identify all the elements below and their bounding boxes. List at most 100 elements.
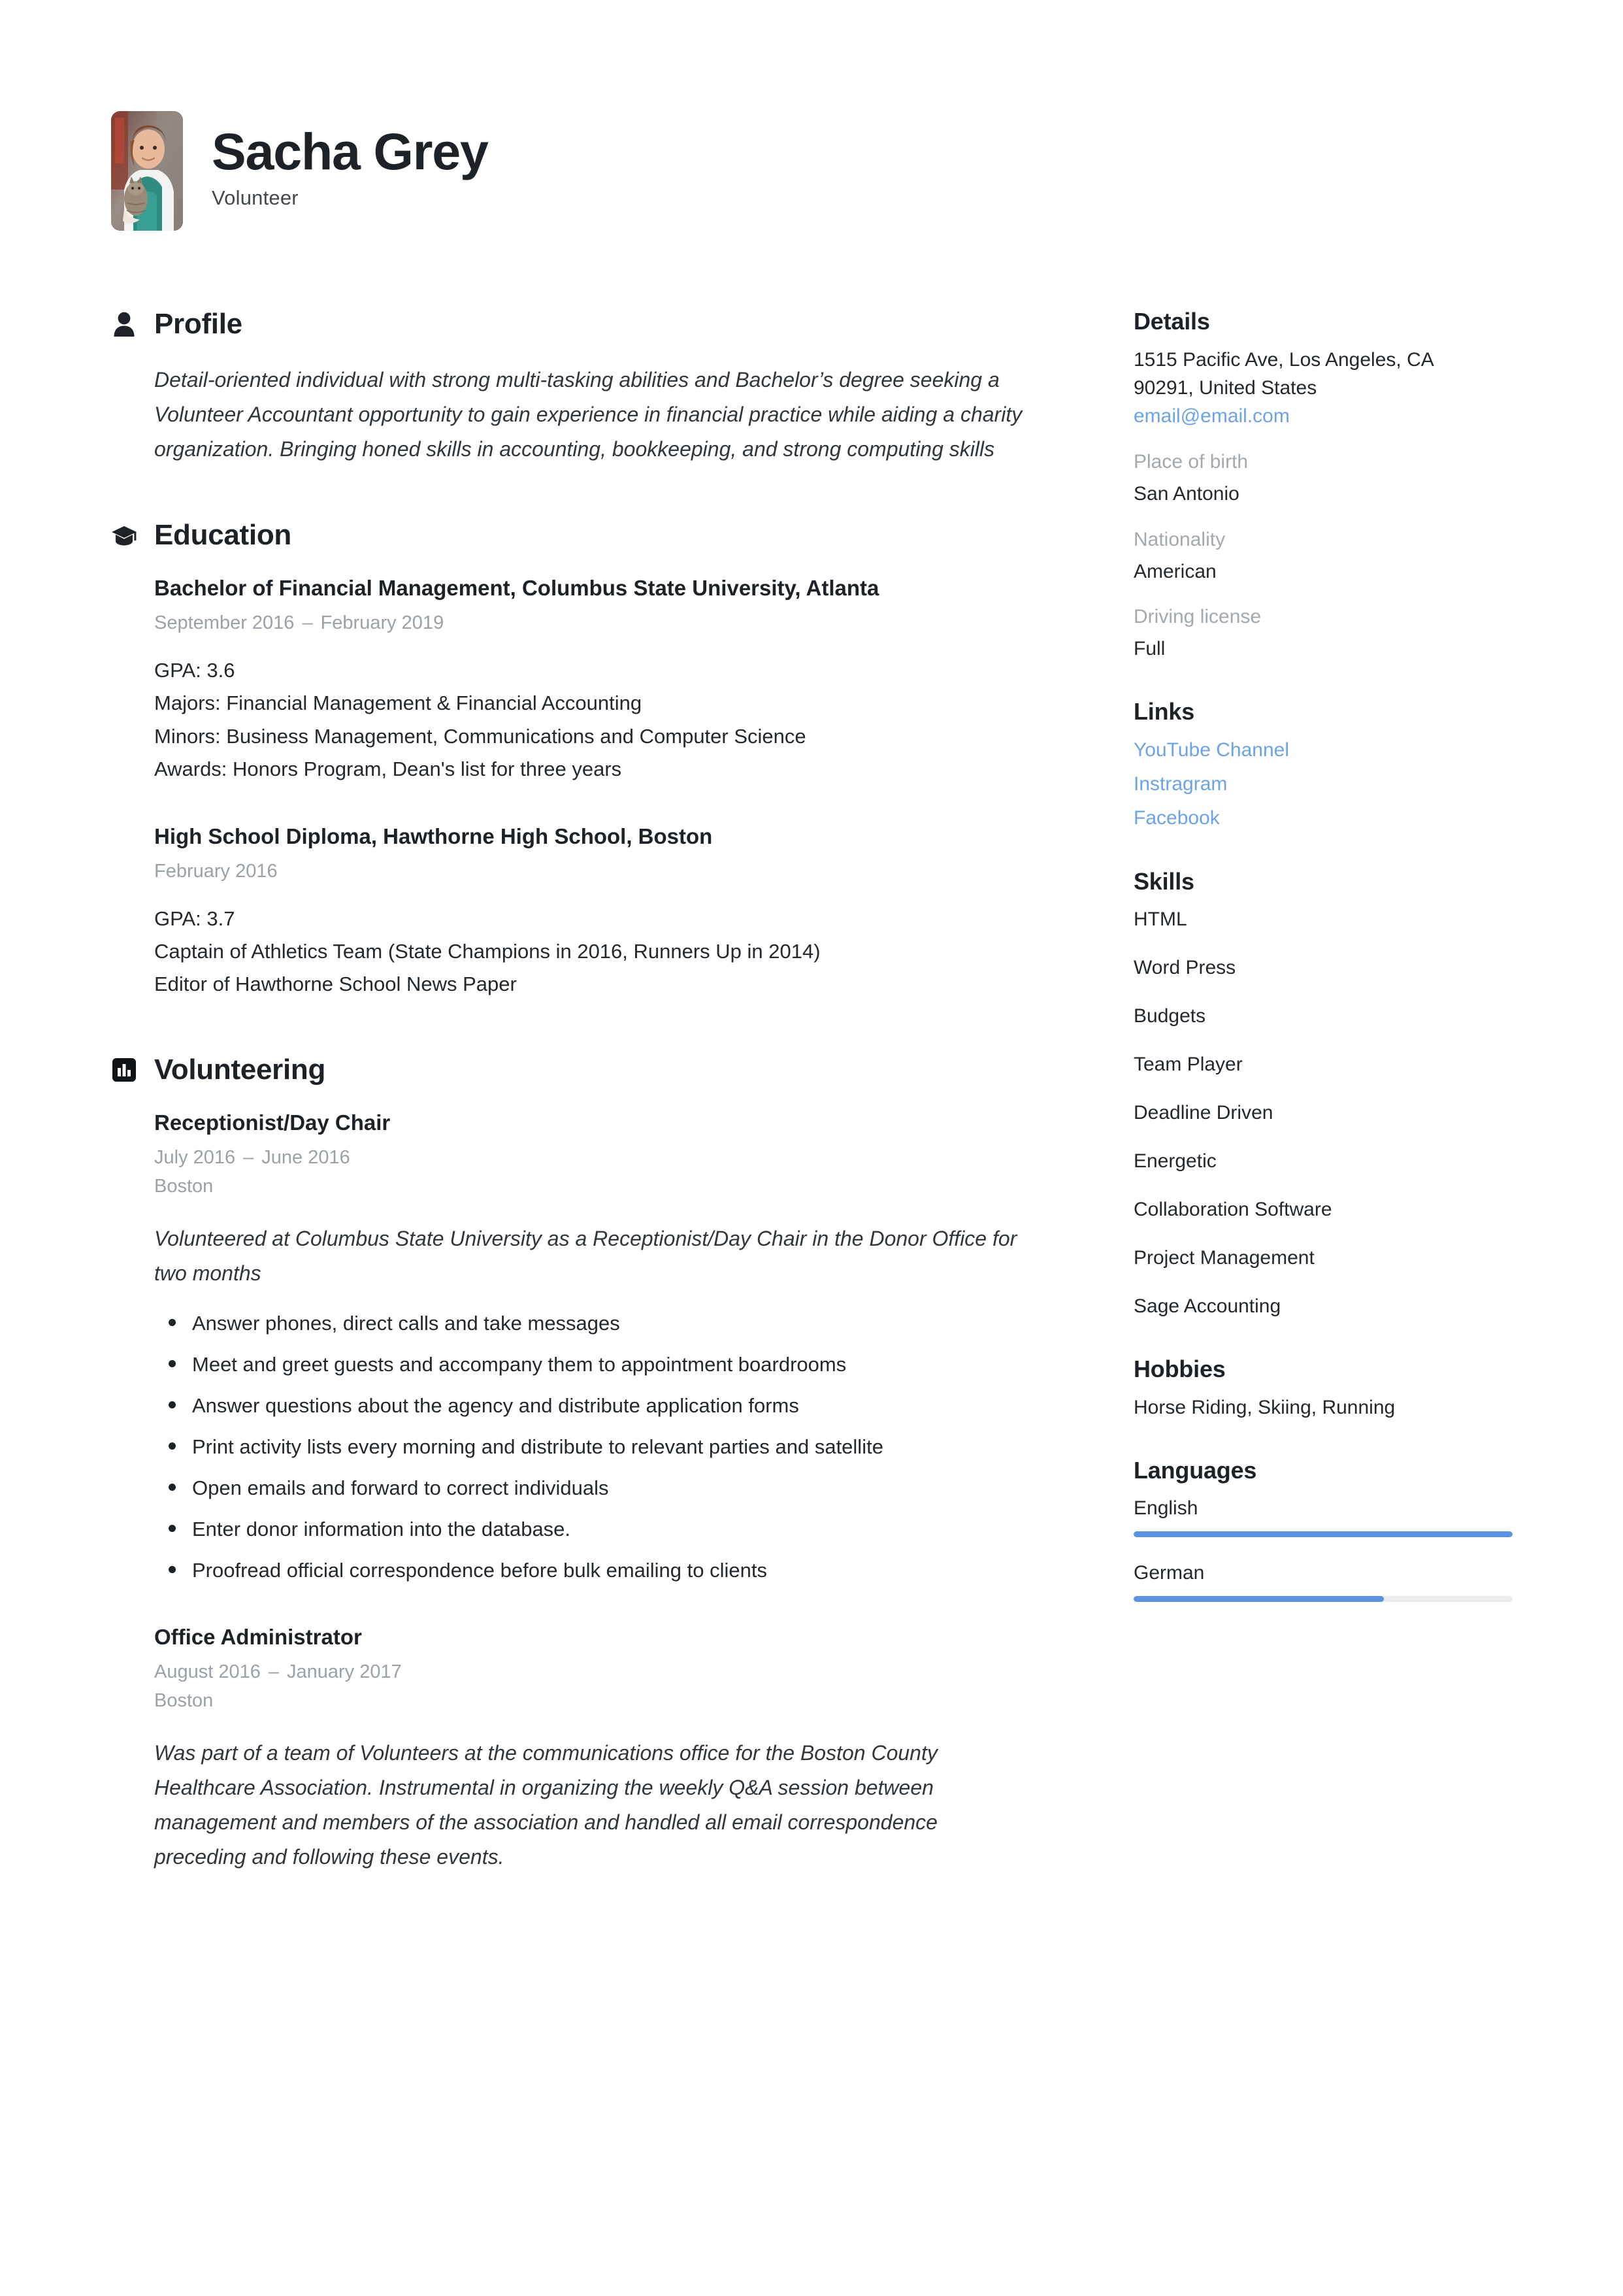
detail-value-place-of-birth: San Antonio xyxy=(1134,483,1239,505)
language-level-track xyxy=(1134,1531,1513,1537)
skill-item: Team Player xyxy=(1134,1053,1243,1075)
education-detail-line: GPA: 3.6 xyxy=(154,659,235,682)
detail-value-nationality: American xyxy=(1134,560,1217,582)
sidebar-title-links: Links xyxy=(1134,698,1195,725)
detail-label-driving-license: Driving license xyxy=(1134,605,1262,627)
job-title: Volunteer xyxy=(212,186,299,209)
sidebar-title-details: Details xyxy=(1134,308,1210,335)
date-separator: – xyxy=(302,612,313,634)
main-column: Profile Detail-oriented individual with … xyxy=(111,308,1029,1927)
list-item: Enter donor information into the databas… xyxy=(169,1514,1028,1545)
skill-item: Collaboration Software xyxy=(1134,1198,1332,1220)
volunteering-bullet-list: Answer phones, direct calls and take mes… xyxy=(154,1308,1029,1586)
avatar xyxy=(111,111,183,231)
list-item: Print activity lists every morning and d… xyxy=(169,1431,1028,1463)
list-item: Meet and greet guests and accompany them… xyxy=(169,1349,1028,1380)
sidebar-section-languages: Languages English German xyxy=(1134,1457,1513,1602)
date-end: February 2019 xyxy=(320,612,444,634)
skill-item: Deadline Driven xyxy=(1134,1101,1273,1123)
volunteering-entry-dates: August 2016– January 2017 xyxy=(154,1659,1029,1685)
language-item: English xyxy=(1134,1495,1513,1537)
profile-body: Detail-oriented individual with strong m… xyxy=(111,363,1029,467)
sidebar-section-details: Details 1515 Pacific Ave, Los Angeles, C… xyxy=(1134,308,1513,663)
education-entry: Bachelor of Financial Management, Columb… xyxy=(154,574,1029,786)
resume-header: Sacha Grey Volunteer xyxy=(111,111,1512,231)
skill-item: Energetic xyxy=(1134,1150,1217,1172)
education-detail-line: Minors: Business Management, Communicati… xyxy=(154,724,806,748)
hobbies-text: Horse Riding, Skiing, Running xyxy=(1134,1396,1396,1418)
detail-value-driving-license: Full xyxy=(1134,638,1166,660)
detail-label-nationality: Nationality xyxy=(1134,528,1226,550)
date-separator: – xyxy=(268,1661,279,1682)
page-title: Sacha Grey xyxy=(212,122,489,180)
volunteering-entry-description: Was part of a team of Volunteers at the … xyxy=(154,1741,938,1869)
section-title-volunteering: Volunteering xyxy=(154,1053,326,1086)
sidebar-section-skills: Skills HTML Word Press Budgets Team Play… xyxy=(1134,868,1513,1320)
address-line-2: 90291, United States xyxy=(1134,377,1317,399)
link-facebook[interactable]: Facebook xyxy=(1134,804,1513,833)
volunteering-entry-location: Boston xyxy=(154,1689,214,1711)
link-youtube-channel[interactable]: YouTube Channel xyxy=(1134,736,1513,765)
link-instagram[interactable]: Instragram xyxy=(1134,770,1513,799)
email-link[interactable]: email@email.com xyxy=(1134,402,1513,431)
volunteering-entry: Receptionist/Day Chair July 2016– June 20… xyxy=(154,1108,1029,1586)
section-education: Education Bachelor of Financial Manageme… xyxy=(111,519,1029,1001)
skill-item: Project Management xyxy=(1134,1246,1315,1269)
date-start: September 2016 xyxy=(154,612,295,634)
date-end: June 2016 xyxy=(261,1146,350,1168)
section-header-profile: Profile xyxy=(111,308,1029,341)
education-detail-line: GPA: 3.7 xyxy=(154,907,235,930)
language-item: German xyxy=(1134,1559,1513,1602)
person-icon xyxy=(111,311,137,337)
profile-summary: Detail-oriented individual with strong m… xyxy=(154,368,1023,461)
education-detail-line: Awards: Honors Program, Dean's list for … xyxy=(154,757,622,780)
volunteering-entry-title: Receptionist/Day Chair xyxy=(154,1110,391,1135)
date-start: February 2016 xyxy=(154,860,278,882)
sidebar: Details 1515 Pacific Ave, Los Angeles, C… xyxy=(1134,308,1513,1637)
volunteering-body: Receptionist/Day Chair July 2016– June 20… xyxy=(111,1108,1029,1875)
date-end: January 2017 xyxy=(287,1661,402,1682)
volunteering-entry-title: Office Administrator xyxy=(154,1625,362,1650)
address-line-1: 1515 Pacific Ave, Los Angeles, CA xyxy=(1134,349,1434,371)
section-title-education: Education xyxy=(154,519,291,552)
section-header-volunteering: Volunteering xyxy=(111,1054,1029,1086)
sidebar-title-languages: Languages xyxy=(1134,1456,1257,1484)
list-item: Open emails and forward to correct indiv… xyxy=(169,1472,1028,1504)
section-header-education: Education xyxy=(111,519,1029,552)
content-columns: Profile Detail-oriented individual with … xyxy=(111,308,1513,1927)
volunteering-entry-location: Boston xyxy=(154,1175,214,1197)
bar-chart-icon xyxy=(111,1057,137,1083)
skill-item: Budgets xyxy=(1134,1005,1206,1027)
date-start: August 2016 xyxy=(154,1661,261,1682)
language-name: English xyxy=(1134,1497,1198,1519)
date-separator: – xyxy=(243,1146,254,1168)
education-entry: High School Diploma, Hawthorne High Scho… xyxy=(154,822,1029,1001)
volunteering-entry-description: Volunteered at Columbus State University… xyxy=(154,1226,1017,1285)
volunteering-entry: Office Administrator August 2016– January… xyxy=(154,1623,1029,1874)
education-body: Bachelor of Financial Management, Columb… xyxy=(111,574,1029,1001)
sidebar-section-links: Links YouTube Channel Instragram Faceboo… xyxy=(1134,698,1513,832)
detail-label-place-of-birth: Place of birth xyxy=(1134,451,1249,473)
education-entry-title: High School Diploma, Hawthorne High Scho… xyxy=(154,824,713,849)
sidebar-section-hobbies: Hobbies Horse Riding, Skiing, Running xyxy=(1134,1356,1513,1422)
section-title-profile: Profile xyxy=(154,308,242,340)
education-detail-line: Majors: Financial Management & Financial… xyxy=(154,691,642,715)
header-text-block: Sacha Grey Volunteer xyxy=(212,111,489,210)
list-item: Proofread official correspondence before… xyxy=(169,1555,1028,1586)
date-start: July 2016 xyxy=(154,1146,236,1168)
education-entry-lines: GPA: 3.6 Majors: Financial Management & … xyxy=(154,654,1029,786)
list-item: Answer phones, direct calls and take mes… xyxy=(169,1308,1028,1339)
education-entry-dates: September 2016– February 2019 xyxy=(154,610,1029,636)
education-entry-title: Bachelor of Financial Management, Columb… xyxy=(154,576,879,601)
language-level-fill xyxy=(1134,1531,1513,1537)
sidebar-title-hobbies: Hobbies xyxy=(1134,1355,1226,1382)
section-volunteering: Volunteering Receptionist/Day Chair July… xyxy=(111,1054,1029,1875)
graduation-cap-icon xyxy=(111,522,137,548)
skill-item: Word Press xyxy=(1134,956,1236,978)
language-level-track xyxy=(1134,1595,1513,1602)
skill-item: Sage Accounting xyxy=(1134,1295,1281,1317)
language-name: German xyxy=(1134,1561,1205,1584)
section-profile: Profile Detail-oriented individual with … xyxy=(111,308,1029,467)
language-level-fill xyxy=(1134,1595,1384,1602)
education-entry-lines: GPA: 3.7 Captain of Athletics Team (Stat… xyxy=(154,903,1029,1001)
